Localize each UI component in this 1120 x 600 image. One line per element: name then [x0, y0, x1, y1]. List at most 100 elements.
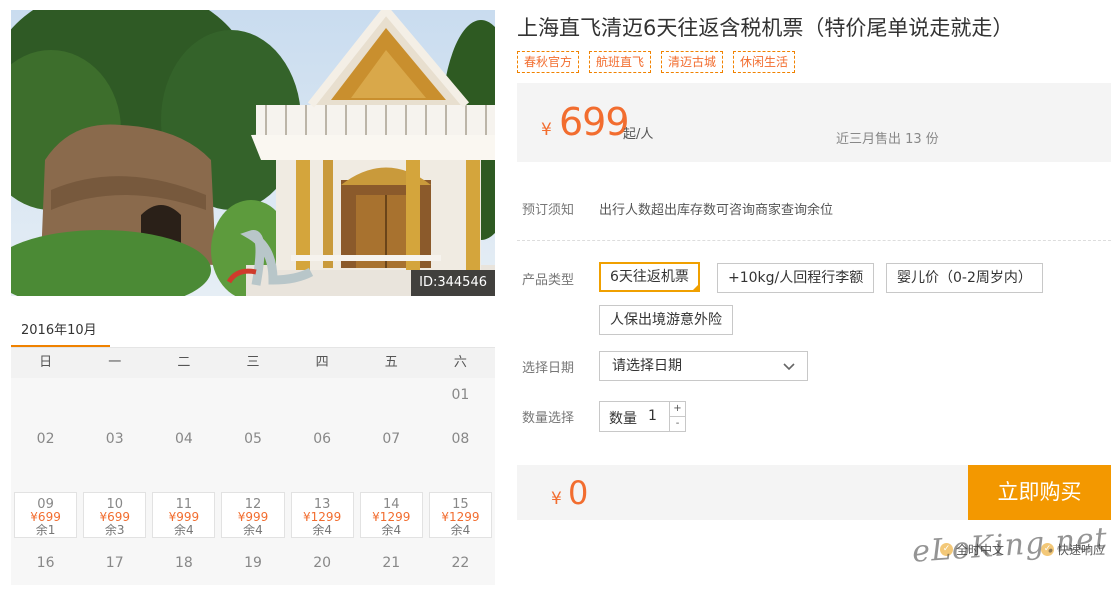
- calendar-day-number: 02: [36, 431, 55, 447]
- calendar-day-available[interactable]: 11 ¥999 余4: [152, 492, 216, 538]
- calendar-day-number: 09: [37, 497, 54, 512]
- price-panel: ¥ 699 起/人 近三月售出 13 份: [517, 83, 1111, 162]
- calendar-weekday-header: 日 一 二 三 四 五 六: [11, 348, 495, 378]
- calendar-day-stock: 余4: [243, 523, 263, 537]
- calendar-day-number: 19: [244, 555, 262, 571]
- quantity-label: 数量选择: [522, 411, 575, 426]
- calendar-day: 02: [11, 422, 80, 476]
- calendar-day: 06: [288, 422, 357, 476]
- calendar-day-stock: 余1: [35, 523, 56, 537]
- calendar-month-tab[interactable]: 2016年10月: [11, 316, 110, 348]
- product-type-option[interactable]: +10kg/人回程行李额: [717, 263, 875, 293]
- price-unit: 起/人: [623, 127, 654, 142]
- calendar-day-available[interactable]: 10 ¥699 余3: [83, 492, 147, 538]
- total-amount: 0: [568, 474, 589, 512]
- calendar-day-stock: 余4: [450, 523, 471, 537]
- weekday-thu: 四: [315, 355, 329, 370]
- calendar-day-number: 12: [244, 497, 262, 512]
- total-currency: ¥: [551, 489, 562, 509]
- calendar-day: 19: [218, 546, 287, 600]
- notice-text: 出行人数超出库存数可咨询商家查询余位: [599, 203, 834, 218]
- price-currency: ¥: [541, 120, 552, 140]
- calendar-day-available[interactable]: 12 ¥999 余4: [221, 492, 285, 538]
- product-photo: ID:344546: [11, 10, 495, 296]
- chevron-down-icon: [783, 363, 795, 371]
- calendar-day: 17: [80, 546, 149, 600]
- calendar-day: 05: [218, 422, 287, 476]
- calendar-day-available[interactable]: 14 ¥1299 余4: [359, 492, 423, 538]
- quantity-buttons: + -: [669, 402, 685, 431]
- quantity-decrement-button[interactable]: -: [670, 416, 685, 430]
- calendar-day-number: 08: [451, 431, 470, 447]
- calendar-day: 21: [357, 546, 426, 600]
- calendar-day: 22: [426, 546, 495, 600]
- weekday-sun: 日: [39, 355, 53, 370]
- calendar-day-number: 21: [382, 555, 401, 571]
- weekday-wed: 三: [246, 355, 260, 370]
- tag-item: 航班直飞: [589, 51, 652, 73]
- product-tags: 春秋官方 航班直飞 清迈古城 休闲生活: [517, 51, 796, 73]
- calendar-day: 08: [426, 422, 495, 476]
- calendar-day-stock: 余4: [174, 523, 194, 537]
- option-label: 6天往返机票: [610, 269, 689, 285]
- calendar-day-number: 11: [175, 497, 193, 512]
- calendar-day-number: 20: [313, 555, 332, 571]
- calendar-day-stock: 余4: [381, 523, 402, 537]
- promise-item: ✓ 快速响应: [1041, 541, 1105, 558]
- sold-count: 近三月售出 13 份: [836, 132, 939, 147]
- quantity-stepper[interactable]: 数量 1 + -: [599, 401, 686, 432]
- quantity-inner-label: 数量: [609, 411, 637, 427]
- weekday-mon: 一: [108, 355, 122, 370]
- calendar-day-number: 15: [452, 497, 469, 512]
- product-type-option-selected[interactable]: 6天往返机票: [599, 262, 700, 292]
- notice-label: 预订须知: [522, 203, 575, 218]
- calendar-day-stock: 余3: [104, 523, 125, 537]
- selected-corner-icon: [690, 283, 700, 292]
- weekday-fri: 五: [384, 355, 398, 370]
- calendar-day-number: 05: [244, 431, 262, 447]
- calendar-day-number: 14: [383, 497, 400, 512]
- buy-now-button[interactable]: 立即购买: [968, 465, 1111, 520]
- calendar-day-available[interactable]: 13 ¥1299 余4: [290, 492, 354, 538]
- calendar-day-number: 10: [106, 497, 123, 512]
- check-icon: ✓: [940, 543, 953, 556]
- calendar-day-number: 16: [36, 555, 55, 571]
- total-panel: ¥ 0: [517, 465, 968, 520]
- product-type-option[interactable]: 婴儿价（0-2周岁内）: [886, 263, 1043, 293]
- tag-item: 清迈古城: [661, 51, 724, 73]
- date-select[interactable]: 请选择日期: [599, 351, 808, 381]
- calendar-day-number: 04: [174, 431, 193, 447]
- calendar-day-available[interactable]: 09 ¥699 余1: [14, 492, 78, 538]
- calendar-week-row: 09 ¥699 余1 10 ¥699 余3 11 ¥999 余4 12 ¥999 余4 13 ¥1299 余…: [11, 488, 495, 542]
- calendar-day-available[interactable]: 15 ¥1299 余4: [428, 492, 492, 538]
- calendar-day: 18: [149, 546, 218, 600]
- promise-item: ✓ 全时中文: [940, 541, 1004, 558]
- calendar-grid: 01 02 03 04 05 06 07 08 09 ¥699 余1 10 ¥699 余3 11 ¥999 余4…: [11, 378, 495, 585]
- calendar-day: 04: [149, 422, 218, 476]
- calendar-day-number: 13: [313, 497, 331, 512]
- calendar-day-stock: 余4: [312, 523, 332, 537]
- weekday-tue: 二: [177, 355, 191, 370]
- quantity-increment-button[interactable]: +: [670, 402, 685, 416]
- weekday-sat: 六: [453, 355, 467, 370]
- calendar-day-number: 22: [451, 555, 470, 571]
- product-type-label: 产品类型: [522, 273, 575, 288]
- tag-item: 休闲生活: [733, 51, 796, 73]
- calendar-day-number: 17: [105, 555, 124, 571]
- quantity-value[interactable]: 1: [648, 408, 657, 424]
- price-amount: 699: [559, 100, 630, 144]
- tag-item: 春秋官方: [517, 51, 580, 73]
- calendar-day-number: 18: [174, 555, 193, 571]
- date-select-value: 请选择日期: [612, 358, 682, 374]
- calendar-day: 16: [11, 546, 80, 600]
- promise-label: 全时中文: [956, 543, 1005, 557]
- photo-id-badge: ID:344546: [411, 270, 495, 296]
- calendar-day: 20: [288, 546, 357, 600]
- calendar-day: 03: [80, 422, 149, 476]
- calendar-week-row: 02 03 04 05 06 07 08: [11, 422, 495, 476]
- promise-label: 快速响应: [1057, 543, 1106, 557]
- product-type-option[interactable]: 人保出境游意外险: [599, 305, 733, 335]
- section-divider: [517, 240, 1111, 241]
- calendar-day-number: 06: [313, 431, 332, 447]
- product-title: 上海直飞清迈6天往返含税机票（特价尾单说走就走）: [517, 16, 1014, 40]
